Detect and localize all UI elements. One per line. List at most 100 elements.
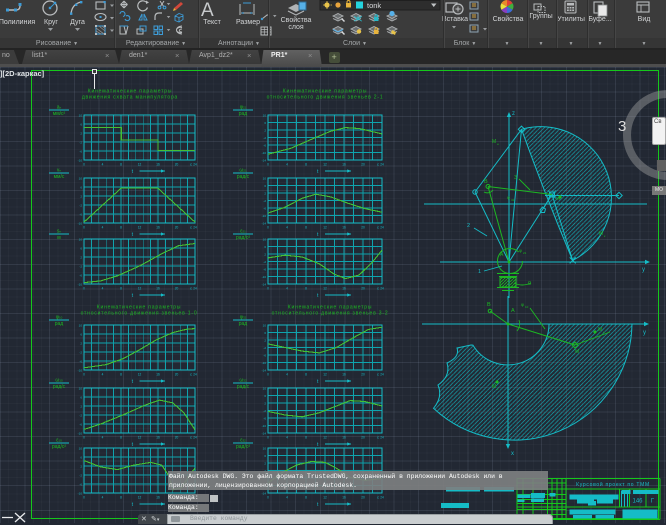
svg-text:10: 10 bbox=[263, 387, 267, 391]
svg-text:-6: -6 bbox=[79, 150, 82, 154]
svg-text:рад/с: рад/с bbox=[53, 384, 66, 390]
svg-text:12: 12 bbox=[323, 436, 327, 440]
svg-text:-10: -10 bbox=[78, 432, 83, 436]
svg-text:-6: -6 bbox=[263, 417, 266, 421]
svg-text:6: 6 bbox=[264, 394, 266, 398]
svg-text:-2: -2 bbox=[263, 409, 266, 413]
svg-text:4: 4 bbox=[102, 373, 104, 377]
svg-text:12: 12 bbox=[138, 373, 142, 377]
svg-text:-2: -2 bbox=[79, 414, 82, 418]
svg-text:6: 6 bbox=[80, 333, 82, 337]
svg-text:16: 16 bbox=[156, 226, 160, 230]
svg-text:c: c bbox=[377, 372, 379, 377]
svg-text:10: 10 bbox=[263, 324, 267, 328]
svg-text:0: 0 bbox=[83, 287, 85, 291]
svg-text:н: н bbox=[497, 142, 499, 146]
svg-text:-2: -2 bbox=[79, 265, 82, 269]
svg-text:8: 8 bbox=[120, 373, 122, 377]
svg-text:0: 0 bbox=[267, 163, 269, 167]
svg-text:-6: -6 bbox=[263, 207, 266, 211]
svg-text:-6: -6 bbox=[263, 354, 266, 358]
svg-text:рад: рад bbox=[55, 321, 64, 327]
svg-text:10: 10 bbox=[79, 447, 83, 451]
svg-text:10: 10 bbox=[79, 114, 83, 118]
svg-text:16: 16 bbox=[342, 373, 346, 377]
svg-text:-2: -2 bbox=[79, 474, 82, 478]
svg-text:M: M bbox=[492, 139, 496, 145]
svg-text:20: 20 bbox=[361, 226, 365, 230]
svg-text:12: 12 bbox=[323, 373, 327, 377]
svg-text:-6: -6 bbox=[79, 483, 82, 487]
svg-text:c: c bbox=[377, 495, 379, 500]
svg-text:0: 0 bbox=[267, 496, 269, 500]
svg-text:рад/с²: рад/с² bbox=[52, 444, 66, 450]
svg-text:-2: -2 bbox=[263, 346, 266, 350]
svg-text:2: 2 bbox=[80, 342, 82, 346]
svg-text:t: t bbox=[317, 232, 319, 238]
svg-text:м: м bbox=[57, 235, 61, 241]
svg-text:8: 8 bbox=[305, 436, 307, 440]
svg-text:-10: -10 bbox=[78, 283, 83, 287]
svg-text:φ: φ bbox=[521, 302, 524, 307]
svg-text:движения схвата манипулятора: движения схвата манипулятора bbox=[82, 95, 178, 101]
svg-text:0: 0 bbox=[83, 226, 85, 230]
svg-text:12: 12 bbox=[323, 163, 327, 167]
svg-text:-10: -10 bbox=[78, 159, 83, 163]
svg-text:20: 20 bbox=[361, 287, 365, 291]
svg-text:10: 10 bbox=[263, 177, 267, 181]
svg-text:t: t bbox=[317, 169, 319, 175]
svg-text:24: 24 bbox=[380, 373, 384, 377]
svg-text:4: 4 bbox=[102, 226, 104, 230]
svg-text:16: 16 bbox=[156, 496, 160, 500]
svg-text:A: A bbox=[500, 252, 504, 258]
svg-text:c: c bbox=[190, 286, 192, 291]
svg-text:A: A bbox=[511, 308, 515, 314]
svg-text:16: 16 bbox=[156, 436, 160, 440]
svg-text:0: 0 bbox=[267, 373, 269, 377]
svg-text:4: 4 bbox=[102, 287, 104, 291]
svg-text:6: 6 bbox=[264, 184, 266, 188]
svg-text:16: 16 bbox=[156, 373, 160, 377]
svg-text:-14: -14 bbox=[262, 492, 267, 496]
svg-text:c: c bbox=[190, 162, 192, 167]
svg-text:1: 1 bbox=[478, 269, 481, 275]
svg-text:16: 16 bbox=[342, 436, 346, 440]
svg-text:2: 2 bbox=[264, 192, 266, 196]
svg-text:8: 8 bbox=[120, 436, 122, 440]
svg-text:-2: -2 bbox=[263, 260, 266, 264]
svg-text:12: 12 bbox=[138, 496, 142, 500]
svg-text:20: 20 bbox=[361, 496, 365, 500]
svg-text:c: c bbox=[377, 286, 379, 291]
svg-text:t: t bbox=[132, 232, 134, 238]
svg-text:y: y bbox=[642, 267, 645, 273]
svg-text:-6: -6 bbox=[263, 268, 266, 272]
svg-text:y: y bbox=[643, 330, 646, 336]
svg-text:4: 4 bbox=[102, 163, 104, 167]
svg-text:20: 20 bbox=[175, 287, 179, 291]
svg-text:φ: φ bbox=[507, 195, 510, 200]
svg-text:4: 4 bbox=[286, 436, 288, 440]
svg-text:24: 24 bbox=[380, 496, 384, 500]
svg-text:20: 20 bbox=[361, 373, 365, 377]
svg-text:t: t bbox=[317, 379, 319, 385]
svg-text:B: B bbox=[484, 179, 488, 185]
svg-text:-10: -10 bbox=[262, 275, 267, 279]
svg-text:B: B bbox=[487, 302, 491, 308]
svg-text:c: c bbox=[377, 162, 379, 167]
svg-text:3: 3 bbox=[514, 175, 517, 181]
svg-text:M: M bbox=[575, 349, 579, 355]
svg-text:20: 20 bbox=[175, 226, 179, 230]
svg-text:146: 146 bbox=[632, 499, 643, 505]
svg-text:0: 0 bbox=[83, 496, 85, 500]
svg-text:t: t bbox=[317, 293, 319, 299]
svg-text:16: 16 bbox=[342, 496, 346, 500]
svg-text:к: к bbox=[604, 234, 606, 238]
svg-text:t: t bbox=[132, 442, 134, 448]
svg-text:24: 24 bbox=[193, 373, 197, 377]
svg-text:16: 16 bbox=[156, 163, 160, 167]
svg-text:относительного движения звенье: относительного движения звеньев 3-2 bbox=[272, 311, 389, 317]
svg-text:10: 10 bbox=[525, 305, 529, 309]
svg-text:24: 24 bbox=[380, 163, 384, 167]
svg-text:6: 6 bbox=[80, 247, 82, 251]
svg-text:0: 0 bbox=[267, 226, 269, 230]
